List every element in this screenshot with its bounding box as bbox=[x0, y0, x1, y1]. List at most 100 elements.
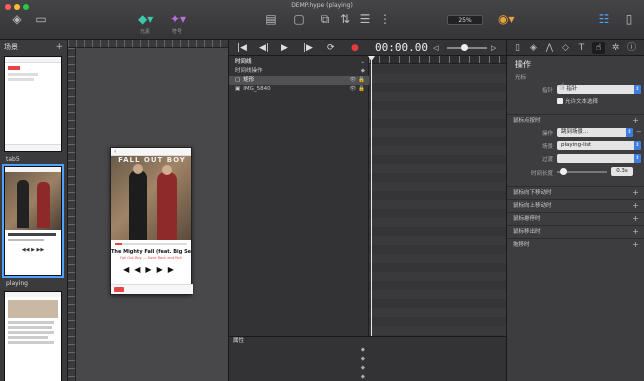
record-icon[interactable]: ● bbox=[351, 42, 359, 54]
cursor-section-label: 光标 bbox=[515, 75, 527, 81]
scene-icon[interactable]: ◈ bbox=[527, 42, 540, 54]
layer-name: IMG_5840 bbox=[243, 86, 271, 92]
playhead[interactable] bbox=[368, 56, 375, 346]
timeline-zoom-knob[interactable] bbox=[461, 44, 468, 51]
property-row[interactable]: ◆ bbox=[229, 373, 369, 381]
add-action-button[interactable]: + bbox=[632, 200, 639, 212]
forward-icon[interactable]: ▶▶ bbox=[157, 265, 179, 274]
on-mouse-over-section[interactable]: 鼠标悬停时 + bbox=[507, 212, 644, 224]
section-label: 拖移时 bbox=[513, 242, 530, 248]
layers-icon: ◈ bbox=[12, 12, 22, 26]
merge-icon: ⧉ bbox=[320, 12, 330, 26]
section-label: 鼠标移出时 bbox=[513, 229, 541, 235]
cursor-select[interactable]: ☝ 指针 ⇕ bbox=[557, 85, 641, 94]
toolbar-label: 元素 bbox=[139, 29, 150, 35]
element-style-icon[interactable]: ◇ bbox=[559, 42, 572, 54]
allow-text-selection-row[interactable]: 允许文本选择 bbox=[557, 97, 598, 105]
action-select-value: 跳到场景... bbox=[561, 129, 589, 135]
step-back-icon[interactable]: ◀| bbox=[259, 42, 269, 54]
shapes-icon: ◆▾ bbox=[138, 12, 154, 26]
zoom-in-timeline-icon[interactable]: ▷ bbox=[491, 42, 496, 54]
property-list: 属性 ◆ ◆ ◆ ◆ bbox=[229, 336, 507, 381]
properties-toolbar-button[interactable]: ▯ bbox=[622, 12, 636, 28]
duration-label: 时间长度 bbox=[530, 171, 553, 177]
back-chevron-icon[interactable]: ‹ bbox=[114, 148, 116, 155]
typography-icon[interactable]: T bbox=[575, 42, 588, 54]
vertical-ruler bbox=[68, 48, 76, 381]
distribute-toolbar-button[interactable]: ⋮ bbox=[378, 12, 392, 28]
updown-arrows-icon: ⇕ bbox=[634, 154, 641, 163]
keyframe-diamond-icon[interactable]: ◆ bbox=[361, 346, 365, 354]
on-mouse-out-section[interactable]: 鼠标移出时 + bbox=[507, 225, 644, 237]
physics-gear-icon[interactable]: ✲ bbox=[609, 42, 622, 54]
metrics-icon[interactable]: ⋀ bbox=[543, 42, 556, 54]
keyframe-diamond-icon[interactable]: ◆ bbox=[361, 355, 365, 363]
timeline-actions-row[interactable]: 时间线操作 ◆ bbox=[229, 67, 369, 76]
keyframe-diamond-icon[interactable]: ◆ bbox=[361, 364, 365, 372]
go-to-start-icon[interactable]: |◀ bbox=[237, 42, 247, 54]
group-toolbar-button[interactable]: ▢ bbox=[292, 12, 306, 28]
on-drag-section[interactable]: 拖移时 + bbox=[507, 238, 644, 250]
timeline-tracks[interactable] bbox=[368, 56, 507, 346]
visibility-eye-icon[interactable]: 👁 🔒 bbox=[349, 85, 365, 94]
zoom-out-timeline-icon[interactable]: ◁ bbox=[433, 42, 438, 54]
rewind-icon[interactable]: ◀◀ bbox=[123, 265, 145, 274]
timeline-panel: |◀ ◀| ▶ |▶ ⟳ ● 00:00.00 ◁ ▷ 时间线 ⌄ 时间线操作 … bbox=[228, 40, 507, 381]
person-figure-left bbox=[129, 170, 147, 240]
layer-row-image[interactable]: ▣ IMG_5840 👁 🔒 bbox=[229, 85, 369, 94]
scene-select[interactable]: playing-list ⇕ bbox=[557, 141, 641, 150]
scene-thumbnail-playing[interactable]: ◀◀ ▶ ▶▶ bbox=[2, 164, 64, 278]
add-action-button[interactable]: + bbox=[632, 115, 639, 127]
add-scene-button[interactable]: + bbox=[55, 40, 63, 54]
duration-field[interactable]: 0.3s bbox=[611, 167, 633, 176]
edit-toolbar-button[interactable]: ▤ bbox=[264, 12, 278, 28]
identity-info-icon[interactable]: ⓘ bbox=[625, 42, 638, 54]
progress-track[interactable] bbox=[115, 243, 187, 245]
allow-text-selection-label: 允许文本选择 bbox=[565, 99, 599, 105]
scene-thumbnail-playlist[interactable] bbox=[4, 291, 62, 381]
play-icon[interactable]: ▶ bbox=[281, 42, 288, 54]
symbols-toolbar-button[interactable]: ✦▾ 符号 bbox=[170, 12, 186, 35]
allow-text-selection-checkbox[interactable] bbox=[557, 98, 563, 104]
layer-row-rectangle[interactable]: ▢ 矩形 👁 🔒 bbox=[229, 76, 369, 85]
document-icon[interactable]: ▯ bbox=[511, 42, 524, 54]
property-row[interactable]: ◆ bbox=[229, 346, 369, 354]
loop-icon[interactable]: ⟳ bbox=[327, 42, 335, 54]
cursor-select-value: 指针 bbox=[566, 86, 578, 92]
property-row[interactable]: ◆ bbox=[229, 355, 369, 363]
elements-toolbar-button[interactable]: ◆▾ 元素 bbox=[138, 12, 154, 35]
timeline-selector[interactable]: 时间线 ⌄ bbox=[229, 58, 369, 67]
resources-toolbar-button[interactable]: ▭ bbox=[34, 12, 48, 28]
action-select[interactable]: 跳到场景... ⇕ bbox=[557, 128, 633, 137]
chevron-down-icon[interactable]: ⌄ bbox=[360, 58, 365, 67]
zoom-level-field[interactable]: 25% bbox=[447, 15, 483, 25]
play-icon[interactable]: ▶ bbox=[145, 265, 156, 274]
merge-toolbar-button[interactable]: ⧉ bbox=[318, 12, 332, 28]
add-action-button[interactable]: + bbox=[632, 226, 639, 238]
remove-action-button[interactable]: − bbox=[636, 128, 642, 136]
mouse-pointer-hand-icon: ☝ bbox=[559, 82, 565, 92]
on-mouse-up-section[interactable]: 鼠标向上移动时 + bbox=[507, 199, 644, 211]
add-action-button[interactable]: + bbox=[632, 239, 639, 251]
phone-scene-preview[interactable]: ‹ FALL OUT BOY The Mighty Fall (feat. Bi… bbox=[110, 147, 193, 295]
property-row[interactable]: ◆ bbox=[229, 364, 369, 372]
on-mouse-down-section[interactable]: 鼠标向下移动时 + bbox=[507, 186, 644, 198]
keyframe-diamond-icon[interactable]: ◆ bbox=[361, 373, 365, 381]
visibility-eye-icon[interactable]: 👁 🔒 bbox=[349, 76, 365, 85]
tab-bar-selected-icon[interactable] bbox=[114, 287, 124, 292]
add-action-button[interactable]: + bbox=[632, 213, 639, 225]
transition-select[interactable]: ⇕ bbox=[557, 154, 641, 163]
align-toolbar-button[interactable]: ☰ bbox=[358, 12, 372, 28]
scenes-toolbar-button[interactable]: ◈ bbox=[10, 12, 24, 28]
inspector-panel: ▯ ◈ ⋀ ◇ T ☝ ✲ ⓘ 操作 光标 指针 ☝ 指针 ⇕ 允许文本选择 鼠标… bbox=[506, 40, 644, 381]
inspector-tabs: ▯ ◈ ⋀ ◇ T ☝ ✲ ⓘ bbox=[507, 40, 644, 56]
inspector-toolbar-button[interactable]: ☷ bbox=[597, 12, 611, 28]
actions-hand-icon[interactable]: ☝ bbox=[592, 42, 605, 54]
arrange-toolbar-button[interactable]: ⇅ bbox=[338, 12, 352, 28]
scene-thumbnail-tab5[interactable] bbox=[4, 56, 62, 152]
duration-slider-knob[interactable] bbox=[560, 168, 567, 175]
add-action-button[interactable]: + bbox=[632, 187, 639, 199]
step-forward-icon[interactable]: |▶ bbox=[303, 42, 313, 54]
preview-toolbar-button[interactable]: ◉▾ bbox=[498, 12, 515, 28]
on-mouse-click-section[interactable]: 鼠标点按时 + bbox=[507, 114, 644, 126]
